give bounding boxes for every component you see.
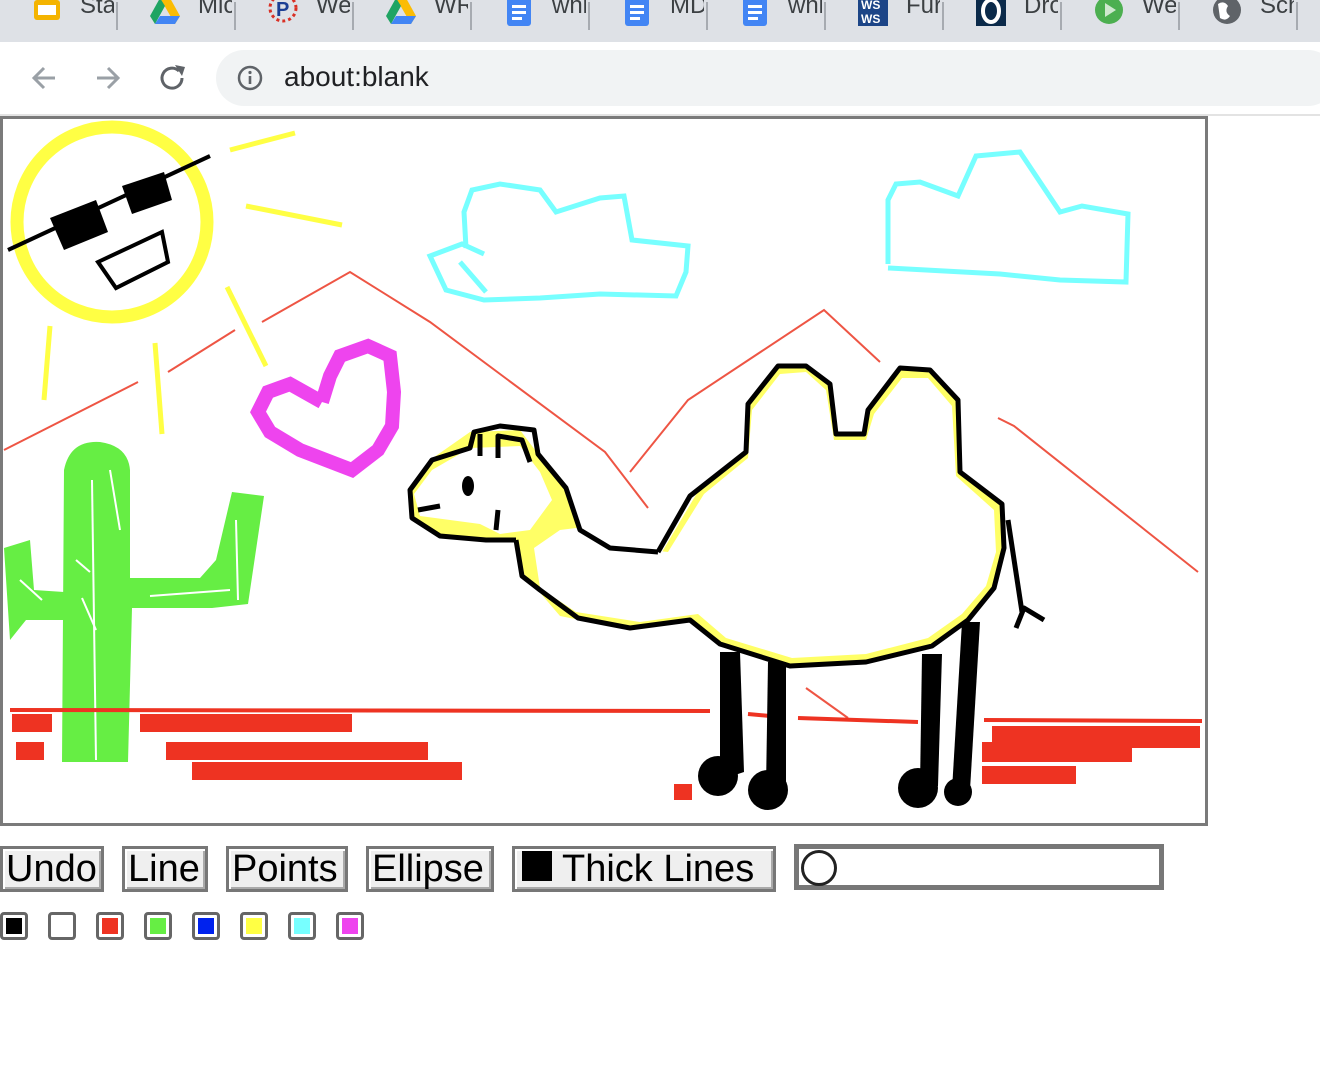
- browser-tab[interactable]: WR: [354, 0, 472, 42]
- p-logo-icon: P: [266, 0, 300, 28]
- thick-lines-label: Thick Lines: [562, 848, 755, 890]
- swatch-fill: [198, 918, 214, 934]
- camel-drawing: [407, 363, 1046, 810]
- color-palette: [0, 912, 400, 944]
- line-button[interactable]: Line: [122, 846, 208, 892]
- tab-title: Wel: [316, 0, 350, 19]
- checkbox-checked-icon: [522, 851, 552, 881]
- slider-knob[interactable]: [801, 850, 837, 886]
- docs-icon: [738, 0, 772, 28]
- drawing-controls: Undo Line Points Ellipse Thick Lines: [0, 842, 1320, 894]
- browser-tab[interactable]: P Wel: [236, 0, 354, 42]
- back-button[interactable]: [24, 58, 64, 98]
- color-swatch[interactable]: [336, 912, 364, 940]
- swatch-fill: [54, 918, 70, 934]
- slides-icon: [30, 0, 64, 28]
- mountains-drawing: [3, 270, 1199, 719]
- cactus-drawing: [4, 441, 264, 762]
- points-button[interactable]: Points: [226, 846, 348, 892]
- heart-drawing: [250, 338, 402, 478]
- drawing: [3, 120, 1203, 810]
- tab-title: whi: [552, 0, 586, 19]
- tab-title: We: [1142, 0, 1176, 19]
- address-bar[interactable]: about:blank: [216, 50, 1320, 106]
- swatch-fill: [246, 918, 262, 934]
- ws-logo-icon: WS WS: [856, 0, 890, 28]
- drive-icon: [384, 0, 418, 28]
- browser-tab[interactable]: Sch: [1180, 0, 1298, 42]
- browser-toolbar: about:blank: [0, 42, 1320, 116]
- browser-tab[interactable]: Mic: [118, 0, 236, 42]
- browser-tab[interactable]: whi: [708, 0, 826, 42]
- browser-tab[interactable]: Dro: [944, 0, 1062, 42]
- undo-button[interactable]: Undo: [0, 846, 104, 892]
- color-swatch[interactable]: [288, 912, 316, 940]
- color-swatch[interactable]: [48, 912, 76, 940]
- forward-button[interactable]: [88, 58, 128, 98]
- browser-tab[interactable]: MD: [590, 0, 708, 42]
- tab-title: Dro: [1024, 0, 1058, 19]
- svg-text:WS: WS: [861, 0, 880, 12]
- docs-icon: [502, 0, 536, 28]
- thick-lines-toggle[interactable]: Thick Lines: [512, 846, 776, 892]
- tab-title: Fur: [906, 0, 940, 19]
- color-swatch[interactable]: [96, 912, 124, 940]
- browser-tab[interactable]: Sta: [0, 0, 118, 42]
- svg-text:WS: WS: [861, 12, 880, 26]
- tab-title: Sta: [80, 0, 114, 19]
- color-swatch[interactable]: [0, 912, 28, 940]
- undo-label: Undo: [6, 848, 97, 890]
- swatch-fill: [102, 918, 118, 934]
- ellipse-label: Ellipse: [372, 848, 484, 890]
- o-logo-icon: [974, 0, 1008, 28]
- tab-title: Mic: [198, 0, 232, 19]
- browser-tab[interactable]: We: [1062, 0, 1180, 42]
- swatch-fill: [342, 918, 358, 934]
- arrow-left-icon: [31, 66, 55, 90]
- reload-button[interactable]: [152, 58, 192, 98]
- tab-title: WR: [434, 0, 468, 19]
- drive-icon: [148, 0, 182, 28]
- color-swatch[interactable]: [240, 912, 268, 940]
- swatch-fill: [294, 918, 310, 934]
- ground-drawing: [9, 708, 1203, 800]
- reload-icon: [160, 65, 185, 90]
- drawing-canvas[interactable]: [0, 116, 1208, 826]
- swatch-fill: [150, 918, 166, 934]
- browser-tab[interactable]: WS WS Fur: [826, 0, 944, 42]
- tab-strip: Sta Mic P Wel WR whi MD whi WSWS Fur Dro…: [0, 0, 1320, 42]
- docs-icon: [620, 0, 654, 28]
- url-text: about:blank: [284, 61, 429, 92]
- browser-tab[interactable]: whi: [472, 0, 590, 42]
- line-label: Line: [128, 848, 200, 890]
- svg-text:P: P: [276, 0, 289, 21]
- ellipse-button[interactable]: Ellipse: [366, 846, 494, 892]
- color-swatch[interactable]: [144, 912, 172, 940]
- color-swatch[interactable]: [192, 912, 220, 940]
- video-icon: [1092, 0, 1126, 28]
- points-label: Points: [232, 848, 338, 890]
- swatch-fill: [6, 918, 22, 934]
- clouds-drawing: [426, 149, 1131, 303]
- tab-title: Sch: [1260, 0, 1294, 19]
- info-icon[interactable]: [236, 64, 264, 92]
- tab-title: whi: [788, 0, 822, 19]
- globe-icon: [1210, 0, 1244, 28]
- tab-title: MD: [670, 0, 704, 19]
- arrow-right-icon: [97, 66, 121, 90]
- thickness-slider[interactable]: [794, 844, 1164, 890]
